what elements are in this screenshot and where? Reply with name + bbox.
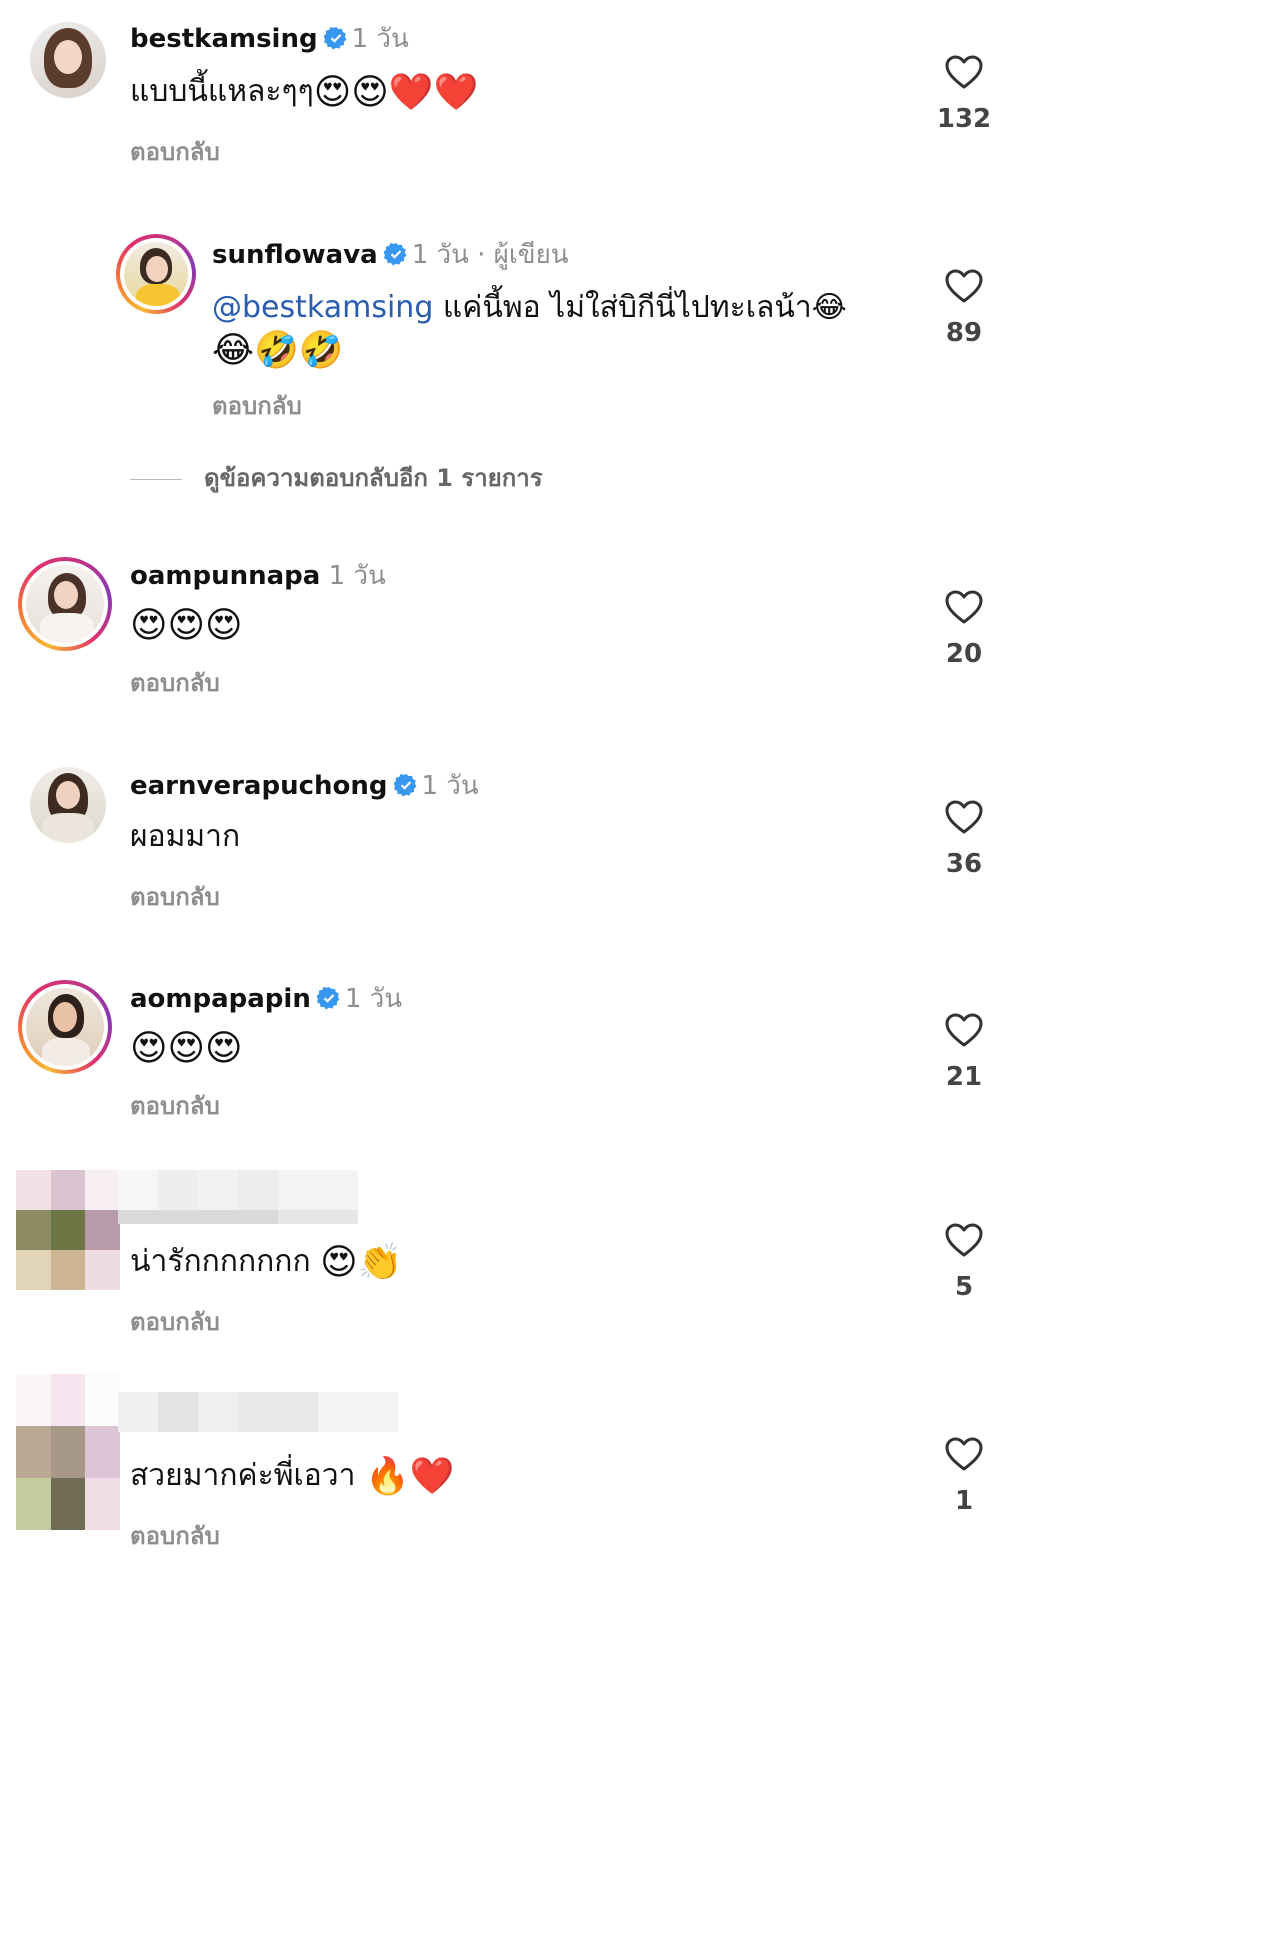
reply-button[interactable]: ตอบกลับ (212, 386, 302, 425)
view-more-replies-label: ดูข้อความตอบกลับอีก 1 รายการ (204, 464, 543, 492)
like-group: 36 (928, 799, 1000, 879)
comment-item: oampunnapa 1 วัน 😍😍😍 ตอบกลับ 20 (0, 545, 1024, 735)
like-group: 5 (928, 1222, 1000, 1302)
verified-badge-icon (393, 774, 416, 797)
view-more-replies-button[interactable]: ดูข้อความตอบกลับอีก 1 รายการ (130, 458, 543, 497)
avatar[interactable] (116, 234, 196, 314)
avatar-photo (30, 22, 106, 98)
like-count: 132 (936, 104, 992, 134)
comment-text: แบบนี้แหละๆๆ😍😍❤️❤️ (130, 70, 482, 115)
comment-item: สวยมากค่ะพี่เอวา 🔥❤️ ตอบกลับ 1 (0, 1372, 1024, 1552)
heart-outline-icon[interactable] (944, 589, 984, 625)
reply-button[interactable]: ตอบกลับ (130, 663, 220, 702)
like-count: 5 (954, 1272, 974, 1302)
reply-button[interactable]: ตอบกลับ (130, 877, 220, 916)
comment-item: น่ารักกกกกกก 😍👏 ตอบกลับ 5 (0, 1168, 1024, 1368)
like-count: 36 (945, 849, 983, 879)
comment-header: sunflowava 1 วัน · ผู้เขียน (212, 238, 569, 272)
author-tag: · ผู้เขียน (477, 240, 569, 270)
avatar[interactable] (30, 22, 106, 98)
avatar[interactable] (30, 767, 106, 843)
comment-time: 1 วัน (351, 24, 409, 54)
reply-button[interactable]: ตอบกลับ (130, 1516, 220, 1555)
heart-outline-icon[interactable] (944, 268, 984, 304)
comment-body: แค่นี้พอ ไม่ใส่บิกีนี่ไปทะเลน้า😂 (433, 290, 847, 325)
pixelated-avatar (16, 1170, 120, 1290)
comment-text: 😍😍😍 (130, 603, 247, 648)
reply-button[interactable]: ตอบกลับ (130, 132, 220, 171)
heart-outline-icon[interactable] (944, 54, 984, 90)
avatar-photo (26, 988, 104, 1066)
like-group: 20 (928, 589, 1000, 669)
verified-badge-icon (323, 27, 347, 50)
like-group: 21 (928, 1012, 1000, 1092)
username[interactable]: aompapapin (130, 984, 311, 1014)
comment-body: น่ารักกกกกกก (130, 1244, 321, 1279)
pixelated-username (118, 1170, 358, 1210)
comment-text: @bestkamsing แค่นี้พอ ไม่ใส่บิกีนี่ไปทะเ… (212, 286, 847, 330)
comment-header: aompapapin 1 วัน (130, 982, 402, 1016)
comment-body: สวยมากค่ะพี่เอวา (130, 1458, 365, 1493)
comment-text: 😍😍😍 (130, 1026, 247, 1071)
comment-time: 1 วัน (421, 771, 479, 801)
comment-text: น่ารักกกกกกก 😍👏 (130, 1240, 407, 1285)
comment-body: แบบนี้แหละๆๆ (130, 74, 314, 109)
like-count: 21 (945, 1062, 983, 1092)
avatar-photo (124, 242, 188, 306)
comment-time: 1 วัน (344, 984, 403, 1014)
mention-link[interactable]: @bestkamsing (212, 290, 433, 325)
comment-item: earnverapuchong 1 วัน ผอมมาก ตอบกลับ 36 (0, 755, 1024, 945)
reply-button[interactable]: ตอบกลับ (130, 1086, 220, 1125)
verified-badge-icon (316, 987, 340, 1010)
comment-text: ผอมมาก (130, 815, 240, 859)
username[interactable]: sunflowava (212, 240, 378, 270)
comment-text-line2: 😂🤣🤣 (212, 328, 348, 373)
like-group: 1 (928, 1436, 1000, 1516)
avatar[interactable] (18, 557, 112, 651)
comment-emojis: 🔥❤️ (364, 1455, 455, 1497)
comment-emojis: 😍😍❤️❤️ (313, 71, 479, 113)
comment-item: bestkamsing 1 วัน แบบนี้แหละๆๆ😍😍❤️❤️ ตอบก… (0, 0, 1024, 200)
username[interactable]: earnverapuchong (130, 771, 388, 801)
reply-comment-item: sunflowava 1 วัน · ผู้เขียน @bestkamsing … (0, 220, 1024, 440)
like-count: 1 (954, 1486, 974, 1516)
reply-button[interactable]: ตอบกลับ (130, 1302, 220, 1341)
comment-time: 1 วัน (328, 561, 386, 591)
pixelated-avatar (16, 1374, 120, 1530)
comment-header: oampunnapa 1 วัน (130, 559, 386, 593)
like-count: 89 (945, 318, 983, 348)
username[interactable]: bestkamsing (130, 24, 318, 54)
heart-outline-icon[interactable] (944, 1222, 984, 1258)
verified-badge-icon (383, 243, 407, 266)
comment-body: ผอมมาก (130, 819, 241, 854)
comment-text: สวยมากค่ะพี่เอวา 🔥❤️ (130, 1454, 459, 1499)
username[interactable]: oampunnapa (130, 561, 320, 591)
comment-item: aompapapin 1 วัน 😍😍😍 ตอบกลับ 21 (0, 968, 1024, 1158)
avatar[interactable] (18, 980, 112, 1074)
avatar-photo (30, 767, 106, 843)
comment-emojis: 😂🤣🤣 (212, 329, 344, 371)
heart-outline-icon[interactable] (944, 799, 984, 835)
heart-outline-icon[interactable] (944, 1436, 984, 1472)
comment-time: 1 วัน (411, 240, 469, 270)
like-count: 20 (945, 639, 983, 669)
comment-emojis: 😍👏 (320, 1241, 403, 1283)
pixelated-username (118, 1392, 398, 1432)
divider (130, 478, 182, 480)
comment-emojis: 😍😍😍 (130, 604, 243, 646)
like-group: 89 (928, 268, 1000, 348)
heart-outline-icon[interactable] (944, 1012, 984, 1048)
comment-header: earnverapuchong 1 วัน (130, 769, 479, 803)
like-group: 132 (928, 54, 1000, 134)
pixelated-username-shade (118, 1210, 358, 1224)
avatar-photo (26, 565, 104, 643)
comment-header: bestkamsing 1 วัน (130, 22, 409, 56)
comment-emojis: 😍😍😍 (130, 1027, 243, 1069)
